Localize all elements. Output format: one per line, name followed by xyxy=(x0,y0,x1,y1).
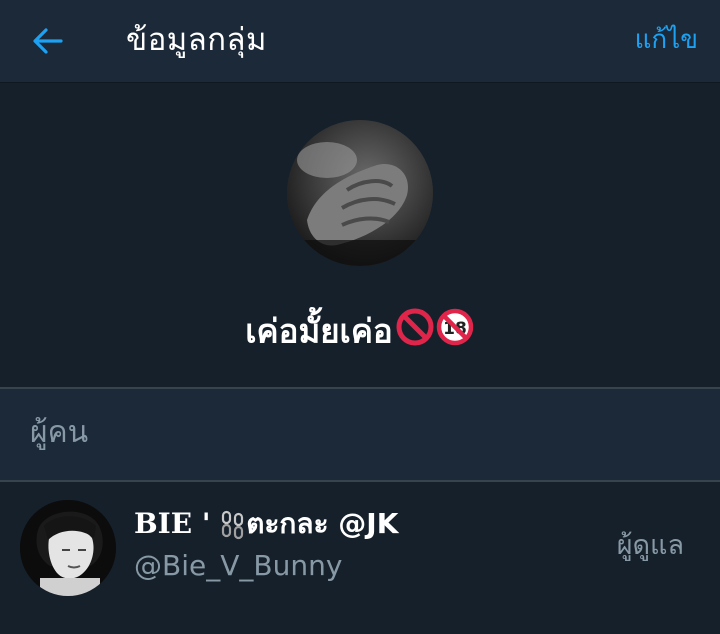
back-button[interactable] xyxy=(26,22,70,60)
group-info-section: เค่อมั้ยเค่อ 18 xyxy=(0,83,720,387)
chain-icon xyxy=(222,510,244,540)
member-display-name: BIE ' ตะกละ @JK xyxy=(134,504,398,544)
member-role-badge: ผู้ดูแล xyxy=(616,530,684,561)
group-name-text: เค่อมั้ยเค่อ xyxy=(245,311,393,351)
top-app-bar: ข้อมูลกลุ่ม แก้ไข xyxy=(0,0,720,83)
member-name-suffix: ตะกละ @JK xyxy=(246,507,399,540)
group-avatar-image xyxy=(287,120,433,266)
arrow-left-icon xyxy=(33,28,63,54)
no-entry-icon xyxy=(396,308,434,346)
no-one-under-18-icon: 18 xyxy=(436,308,473,346)
member-avatar-image xyxy=(20,500,116,596)
section-title: ผู้คน xyxy=(30,415,89,450)
group-name: เค่อมั้ยเค่อ 18 xyxy=(0,307,720,359)
member-handle: @Bie_V_Bunny xyxy=(134,549,343,582)
group-info-screen: ข้อมูลกลุ่ม แก้ไข เค่อมั้ยเค่อ ผู้คน BIE… xyxy=(0,0,720,634)
edit-button[interactable]: แก้ไข xyxy=(635,22,698,58)
people-section-header: ผู้คน xyxy=(0,389,720,480)
page-title: ข้อมูลกลุ่ม xyxy=(126,22,267,58)
group-avatar[interactable] xyxy=(287,120,433,266)
member-row[interactable]: BIE ' ตะกละ @JK @Bie_V_Bunny ผู้ดูแล xyxy=(0,482,720,634)
member-name-prefix: BIE ' xyxy=(134,507,211,540)
avatar[interactable] xyxy=(20,500,116,596)
group-name-emojis: 18 xyxy=(395,307,475,359)
